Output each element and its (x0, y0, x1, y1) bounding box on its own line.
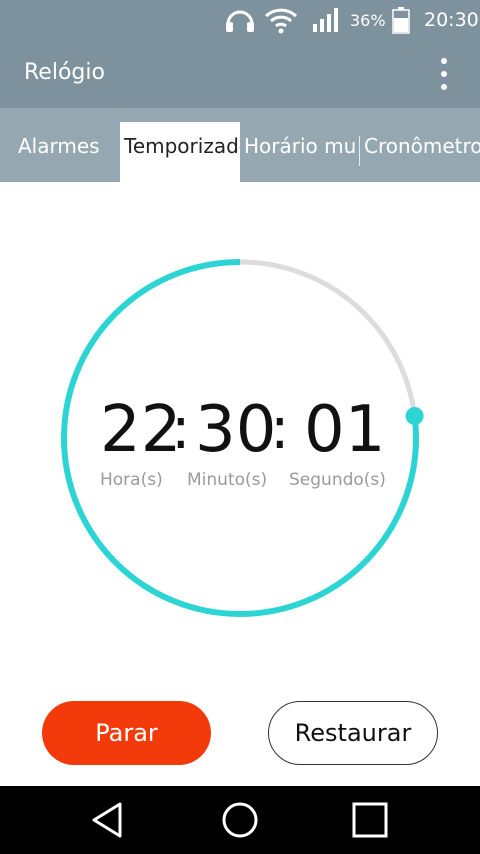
tab-bar: Alarmes Temporizador Horário mundial Cro… (0, 108, 480, 182)
app-title: Relógio (24, 60, 105, 85)
navigation-bar (0, 786, 480, 854)
tab-horario-mundial[interactable]: Horário mundial (240, 122, 358, 182)
overflow-menu-icon[interactable] (430, 54, 458, 94)
minutes-value: 30 (195, 393, 277, 467)
stop-button[interactable]: Parar (42, 701, 211, 765)
battery-percentage: 36% (350, 10, 386, 30)
seconds-label: Segundo(s) (289, 470, 386, 490)
tab-alarmes[interactable]: Alarmes (0, 122, 120, 182)
status-bar: 36% 20:30 (0, 0, 480, 40)
tab-cronometro[interactable]: Cronômetro (362, 122, 480, 182)
back-icon[interactable] (78, 796, 138, 844)
home-icon[interactable] (210, 796, 270, 844)
tab-temporizador[interactable]: Temporizador (120, 122, 240, 182)
tab-divider (359, 136, 360, 166)
wifi-icon (264, 0, 300, 40)
minutes-label: Minuto(s) (187, 470, 268, 490)
app-bar: Relógio (0, 40, 480, 108)
clock-time: 20:30 (424, 9, 479, 31)
minutes-seconds-separator: : (270, 394, 290, 462)
recents-icon[interactable] (340, 796, 400, 844)
signal-icon (312, 0, 344, 40)
headset-icon (224, 0, 258, 40)
reset-button[interactable]: Restaurar (268, 701, 438, 765)
hours-minutes-separator: : (171, 394, 191, 462)
hours-value: 22 (100, 393, 182, 467)
seconds-value: 01 (304, 393, 386, 467)
battery-icon (392, 0, 412, 40)
timer-progress-knob (405, 406, 424, 425)
hours-label: Hora(s) (100, 470, 163, 490)
